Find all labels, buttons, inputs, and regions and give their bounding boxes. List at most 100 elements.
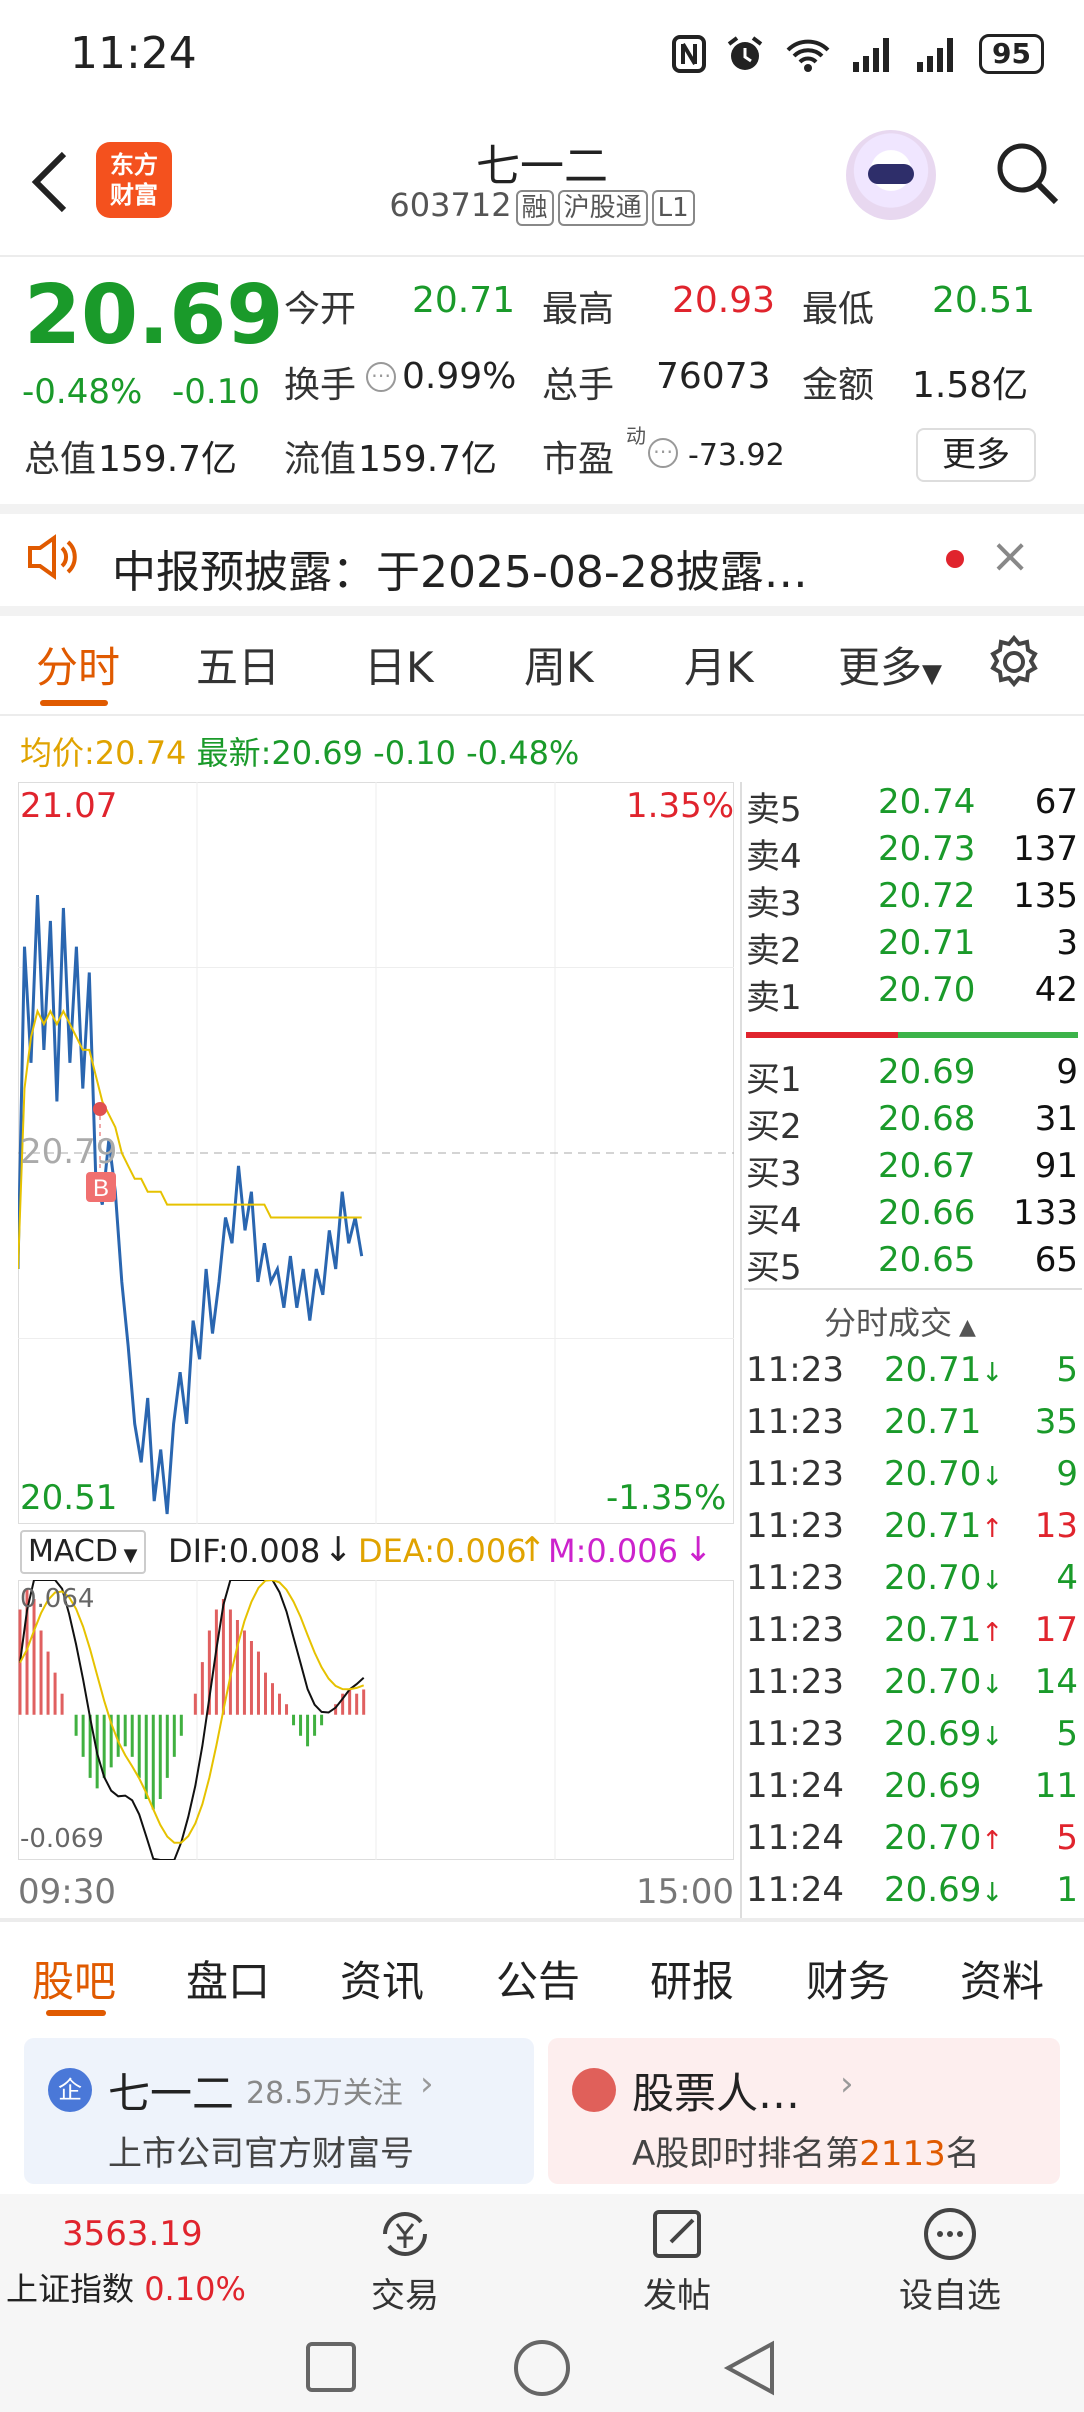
divider bbox=[0, 714, 1084, 716]
ranking-card-desc: A股即时排名第2113名 bbox=[632, 2134, 980, 2174]
divider bbox=[744, 1288, 1082, 1290]
tab-profile[interactable]: 资料 bbox=[960, 1948, 1044, 2009]
system-nav bbox=[0, 2324, 1084, 2412]
pe-label: 市盈 bbox=[542, 439, 615, 480]
ask-row: 卖1 20.70 42 bbox=[744, 970, 1080, 1018]
tick-time: 11:23 bbox=[746, 1402, 844, 1442]
settings-button[interactable] bbox=[986, 634, 1042, 694]
tick-price: 20.71↑ bbox=[884, 1506, 1004, 1546]
tag-level: L1 bbox=[651, 190, 695, 226]
unread-dot bbox=[946, 550, 964, 568]
down-arrow-icon: ↓ bbox=[981, 1462, 1004, 1492]
tick-row: 11:23 20.70↓ 14 bbox=[744, 1662, 1080, 1714]
speaker-icon bbox=[28, 534, 77, 580]
bid-row: 买4 20.66 133 bbox=[744, 1193, 1080, 1241]
tick-time: 11:23 bbox=[746, 1610, 844, 1650]
tab-pankou[interactable]: 盘口 bbox=[186, 1948, 270, 2009]
tick-volume: 5 bbox=[1056, 1818, 1078, 1858]
volume-value: 76073 bbox=[656, 356, 771, 397]
more-button[interactable]: 更多 bbox=[916, 428, 1036, 482]
ask-price: 20.74 bbox=[878, 782, 976, 822]
post-button[interactable]: 发帖 bbox=[612, 2204, 742, 2317]
ask-vol: 3 bbox=[1056, 923, 1078, 963]
company-card[interactable]: 企 七一二 28.5万关注 › 上市公司官方财富号 bbox=[24, 2038, 534, 2184]
tab-intraday[interactable]: 分时 bbox=[36, 634, 120, 695]
signal-icon bbox=[917, 38, 954, 72]
divider bbox=[0, 504, 1084, 514]
ask-vol: 67 bbox=[1034, 782, 1078, 822]
bid-vol: 9 bbox=[1056, 1052, 1078, 1092]
tab-research[interactable]: 研报 bbox=[650, 1948, 734, 2009]
status-bar: 11:24 95 bbox=[0, 0, 1084, 110]
tab-5day[interactable]: 五日 bbox=[196, 634, 280, 695]
down-arrow-icon: ↓ bbox=[981, 1722, 1004, 1752]
up-arrow-icon: ↑ bbox=[981, 1514, 1004, 1544]
divider bbox=[0, 1918, 1084, 1922]
search-button[interactable] bbox=[992, 138, 1062, 212]
tab-weekly-k[interactable]: 周K bbox=[524, 634, 594, 695]
tab-guba[interactable]: 股吧 bbox=[32, 1948, 116, 2009]
index-value[interactable]: 3563.19 bbox=[62, 2214, 203, 2254]
amount-value: 1.58亿 bbox=[912, 365, 1029, 406]
macd-y-bottom: -0.069 bbox=[20, 1824, 104, 1854]
tick-time: 11:24 bbox=[746, 1870, 844, 1910]
tick-time: 11:23 bbox=[746, 1662, 844, 1702]
ranking-card-name: 股票人… bbox=[632, 2069, 801, 2118]
macd-selector[interactable]: MACD ▼ bbox=[20, 1530, 146, 1574]
ask-row: 卖5 20.74 67 bbox=[744, 782, 1080, 830]
bid-row: 买2 20.68 31 bbox=[744, 1099, 1080, 1147]
tab-daily-k[interactable]: 日K bbox=[364, 634, 434, 695]
intraday-chart[interactable]: B bbox=[18, 782, 734, 1524]
bid-label: 买5 bbox=[746, 1248, 802, 1288]
price-legend: 均价:20.74 最新:20.69 -0.10 -0.48% bbox=[20, 734, 580, 772]
stock-code: 603712 bbox=[389, 186, 512, 224]
tick-price: 20.70↑ bbox=[884, 1818, 1004, 1858]
ask-label: 卖1 bbox=[746, 978, 802, 1018]
tick-price: 20.71↓ bbox=[884, 1350, 1004, 1390]
close-icon[interactable]: × bbox=[990, 528, 1030, 584]
caret-down-icon: ▼ bbox=[117, 1545, 138, 1566]
divider bbox=[0, 606, 1084, 616]
ticks-title[interactable]: 分时成交 ▲ bbox=[824, 1298, 976, 1344]
index-line[interactable]: 上证指数 0.10% bbox=[6, 2264, 246, 2310]
tick-row: 11:23 20.71↓ 5 bbox=[744, 1350, 1080, 1402]
tab-announcements[interactable]: 公告 bbox=[496, 1948, 580, 2009]
tick-price: 20.71 bbox=[884, 1402, 982, 1442]
bid-vol: 65 bbox=[1034, 1240, 1078, 1280]
turnover-label: 换手 bbox=[284, 365, 357, 406]
down-arrow-icon: ↓ bbox=[981, 1670, 1004, 1700]
tick-volume: 11 bbox=[1034, 1766, 1078, 1806]
pe-superscript: 动 bbox=[626, 424, 646, 448]
tab-finance[interactable]: 财务 bbox=[806, 1948, 890, 2009]
tick-time: 11:23 bbox=[746, 1558, 844, 1598]
tick-volume: 17 bbox=[1034, 1610, 1078, 1650]
assistant-avatar[interactable] bbox=[846, 130, 936, 220]
search-icon bbox=[997, 143, 1059, 205]
tab-news[interactable]: 资讯 bbox=[340, 1948, 424, 2009]
company-card-name: 七一二 bbox=[108, 2069, 235, 2118]
tick-volume: 35 bbox=[1034, 1402, 1078, 1442]
bid-label: 买4 bbox=[746, 1201, 802, 1241]
trade-button[interactable]: 交易 bbox=[340, 2204, 470, 2317]
home-icon[interactable] bbox=[514, 2340, 570, 2396]
add-watchlist-button[interactable]: 设自选 bbox=[880, 2204, 1020, 2317]
ask-label: 卖3 bbox=[746, 884, 802, 924]
ranking-card[interactable]: 股票人… › A股即时排名第2113名 bbox=[548, 2038, 1060, 2184]
recents-icon[interactable] bbox=[306, 2342, 356, 2392]
tick-price: 20.71↑ bbox=[884, 1610, 1004, 1650]
y-axis-bottom: 20.51 bbox=[20, 1478, 118, 1518]
alarm-icon bbox=[727, 36, 763, 70]
tab-active-indicator bbox=[40, 700, 108, 706]
tab-more[interactable]: 更多▼ bbox=[838, 634, 942, 695]
info-icon[interactable]: ⋯ bbox=[366, 362, 396, 392]
up-arrow-icon: ↑ bbox=[981, 1618, 1004, 1648]
back-triangle-icon[interactable] bbox=[722, 2340, 778, 2396]
bid-row: 买1 20.69 9 bbox=[744, 1052, 1080, 1100]
notice-bar[interactable]: 中报预披露：于2025-08-28披露… bbox=[0, 516, 1084, 604]
ask-row: 卖4 20.73 137 bbox=[744, 829, 1080, 877]
tick-price: 20.70↓ bbox=[884, 1662, 1004, 1702]
status-time: 11:24 bbox=[70, 28, 197, 79]
macd-chart[interactable] bbox=[18, 1580, 734, 1860]
tab-monthly-k[interactable]: 月K bbox=[684, 634, 754, 695]
info-icon[interactable]: ⋯ bbox=[648, 438, 678, 468]
